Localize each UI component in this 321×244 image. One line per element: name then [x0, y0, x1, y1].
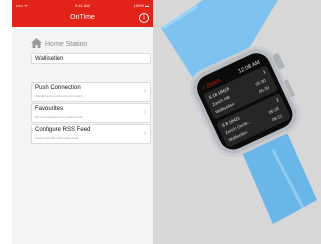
favourites-button[interactable]: Favourites Set up connections for quick … — [31, 103, 151, 123]
status-time: 9:41 AM — [75, 3, 90, 8]
watch-panel: < Zürich 12:08 AM S 18 18418 1 Zürich HB… — [153, 0, 321, 244]
carrier-indicator: ••••• ᯤ — [16, 3, 28, 8]
home-station-label: Home Station — [45, 41, 88, 48]
push-connection-button[interactable]: Push Connection Wasdoff a connection to … — [31, 82, 151, 102]
house-icon — [31, 38, 42, 48]
status-bar: ••••• ᯤ 9:41 AM 100% ▬ — [12, 0, 153, 10]
chevron-right-icon: › — [143, 109, 146, 116]
info-icon[interactable]: i — [139, 13, 149, 23]
chevron-right-icon: › — [143, 130, 146, 137]
menu-item-title: Push Connection — [35, 85, 81, 91]
app-title: OnTime — [70, 14, 95, 21]
battery-indicator: 100% ▬ — [133, 3, 149, 8]
menu-item-subtitle: Set up connections for quick access. — [35, 115, 84, 119]
apple-watch-image: < Zürich 12:08 AM S 18 18418 1 Zürich HB… — [161, 0, 317, 224]
phone-screen: ••••• ᯤ 9:41 AM 100% ▬ OnTime i Home Sta… — [12, 0, 153, 244]
home-station-input[interactable]: Wallisellen — [31, 53, 151, 64]
menu-item-subtitle: Wasdoff a connection to your watch. — [35, 94, 84, 98]
menu-item-title: Favourites — [35, 106, 64, 112]
menu-item-title: Configure RSS Feed — [35, 127, 91, 133]
chevron-right-icon: › — [143, 88, 146, 95]
nav-bar: OnTime i — [12, 10, 153, 27]
configure-rss-feed-button[interactable]: Configure RSS Feed Setup rail traffic in… — [31, 124, 151, 144]
menu-item-subtitle: Setup rail traffic information feed. — [35, 136, 79, 140]
